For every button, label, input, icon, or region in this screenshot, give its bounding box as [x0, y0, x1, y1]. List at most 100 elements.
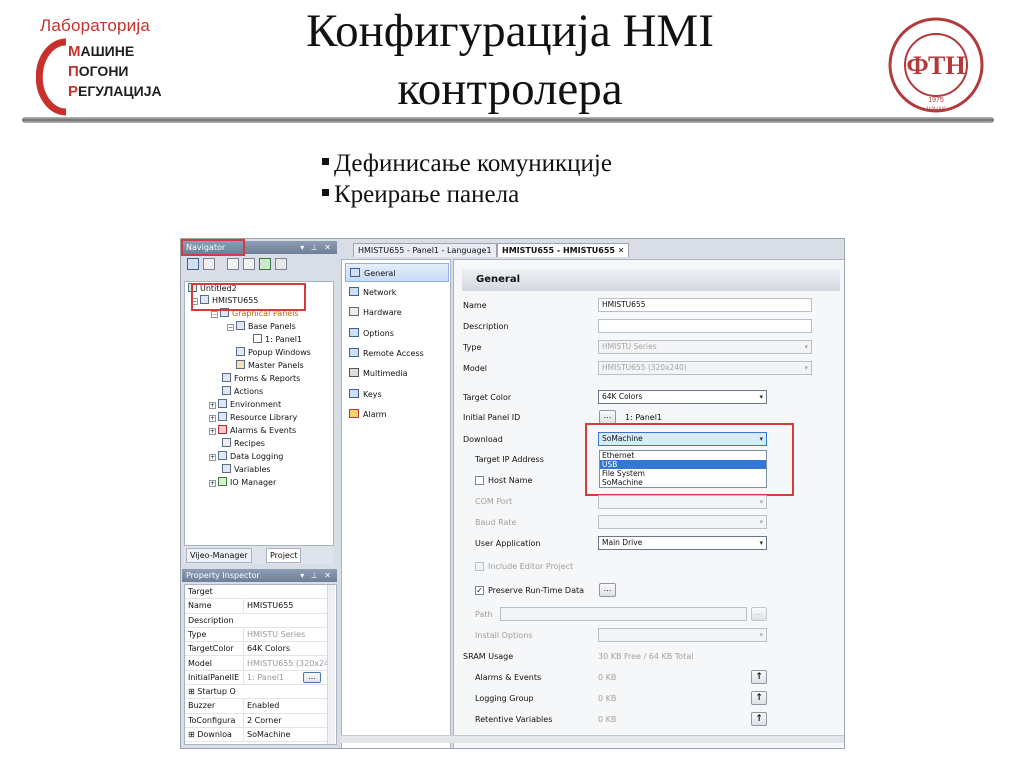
category-label: Options — [363, 329, 394, 338]
tab-project[interactable]: Project — [266, 548, 302, 563]
lab-logo-title: Лабораторија — [40, 16, 150, 35]
property-inspector-title: Property Inspector — [186, 571, 260, 580]
expand-icon[interactable]: + — [209, 415, 216, 422]
property-row[interactable]: InitialPanelIE 1: Panel1... — [185, 670, 329, 686]
category-remote-access[interactable]: Remote Access — [345, 344, 449, 363]
chevron-down-icon[interactable]: ▾ — [759, 537, 763, 549]
expand-icon[interactable]: + — [209, 454, 216, 461]
save-icon[interactable] — [203, 258, 215, 270]
property-key: ⊞ Downloa — [188, 730, 232, 739]
name-field[interactable]: HMISTU655 — [598, 298, 812, 312]
property-row[interactable]: Name HMISTU655 — [185, 599, 329, 614]
header-rule — [22, 117, 994, 123]
property-row[interactable]: Type HMISTU Series — [185, 627, 329, 643]
expand-icon[interactable]: + — [209, 428, 216, 435]
target-color-label: Target Color — [463, 393, 512, 402]
import-icon[interactable] — [259, 258, 271, 270]
property-row[interactable]: Description — [185, 614, 329, 628]
tab-hmistu655[interactable]: HMISTU655 - HMISTU655 ✕ — [497, 243, 630, 257]
expand-icon[interactable]: + — [209, 480, 216, 487]
chevron-down-icon: ▾ — [759, 518, 763, 526]
retentive-variables-value: 0 KB — [598, 715, 617, 724]
property-value: HMISTU655 (320x24 — [243, 656, 327, 671]
path-field — [500, 607, 747, 621]
tree-label: 1: Panel1 — [265, 335, 302, 344]
property-row[interactable]: ⊞ Downloa SoMachine — [185, 728, 329, 743]
tab-vijeo-manager[interactable]: Vijeo-Manager — [186, 548, 252, 563]
sram-usage-label: SRAM Usage — [463, 652, 514, 661]
category-general[interactable]: General — [345, 263, 449, 282]
property-row[interactable]: Buzzer Enabled — [185, 699, 329, 714]
property-row[interactable]: Target — [185, 585, 329, 600]
property-key: Target — [188, 587, 213, 596]
collapse-icon[interactable]: − — [227, 324, 234, 331]
description-field[interactable] — [598, 319, 812, 333]
edit-icon[interactable] — [243, 258, 255, 270]
arrow-up-icon[interactable]: ↑ — [751, 691, 767, 705]
preserve-runtime-checkbox[interactable]: ✓ — [475, 586, 484, 595]
property-row[interactable]: ⊞ Startup O — [185, 685, 329, 700]
type-label: Type — [463, 343, 482, 352]
category-network[interactable]: Network — [345, 283, 449, 302]
panel-controls-icon[interactable]: ▾ ⊥ ✕ — [300, 241, 333, 254]
bullet-item: Дефинисање комуникције — [322, 148, 612, 179]
tab-panel1-language1[interactable]: HMISTU655 - Panel1 - Language1 — [353, 243, 497, 257]
chevron-down-icon[interactable]: ▾ — [759, 391, 763, 403]
close-icon[interactable]: ✕ — [618, 246, 625, 255]
property-row[interactable]: Model HMISTU655 (320x24 — [185, 656, 329, 671]
property-row[interactable]: ToConfigura 2 Corner — [185, 713, 329, 728]
export-icon[interactable] — [275, 258, 287, 270]
tree-item-variables[interactable]: Variables — [222, 463, 271, 476]
chevron-down-icon: ▾ — [804, 364, 808, 372]
remote-access-icon — [349, 348, 359, 357]
category-options[interactable]: Options — [345, 324, 449, 343]
new-icon[interactable] — [187, 258, 199, 270]
tree-item-forms-reports[interactable]: Forms & Reports — [222, 372, 300, 385]
tree-item-master-panels[interactable]: Master Panels — [236, 359, 304, 372]
category-hardware[interactable]: Hardware — [345, 303, 449, 322]
collapse-icon[interactable]: − — [211, 311, 218, 318]
tree-item-alarms-events[interactable]: + Alarms & Events — [209, 424, 296, 437]
host-name-checkbox[interactable] — [475, 476, 484, 485]
property-ellipsis-button[interactable]: ... — [303, 671, 321, 683]
tree-item-actions[interactable]: Actions — [222, 385, 263, 398]
seal-year: 1975 — [928, 97, 944, 104]
category-label: Alarm — [363, 410, 387, 419]
tree-label: Popup Windows — [248, 348, 311, 357]
form-heading: General — [462, 269, 840, 291]
panel-controls-icon[interactable]: ▾ ⊥ ✕ — [300, 569, 333, 582]
property-scrollbar[interactable] — [327, 585, 335, 744]
tree-item-recipes[interactable]: Recipes — [222, 437, 265, 450]
horizontal-scrollbar[interactable] — [341, 735, 844, 743]
tree-item-base-panels[interactable]: − Base Panels — [227, 320, 296, 333]
category-alarm[interactable]: Alarm — [345, 405, 449, 424]
tree-item-resource-library[interactable]: + Resource Library — [209, 411, 297, 424]
navigator-highlight — [181, 239, 245, 256]
target-color-select[interactable]: 64K Colors ▾ — [598, 390, 767, 404]
panel-icon — [253, 334, 262, 343]
tree-item-popup-windows[interactable]: Popup Windows — [236, 346, 311, 359]
network-icon — [349, 287, 359, 296]
properties-icon[interactable] — [227, 258, 239, 270]
target-color-value: 64K Colors — [602, 392, 643, 401]
arrow-up-icon[interactable]: ↑ — [751, 712, 767, 726]
category-keys[interactable]: Keys — [345, 385, 449, 404]
category-label: General — [364, 269, 396, 278]
initial-panel-browse-button[interactable]: ... — [599, 410, 616, 424]
category-label: Keys — [363, 390, 382, 399]
tree-item-io-manager[interactable]: + IO Manager — [209, 476, 276, 489]
tree-item-panel1[interactable]: 1: Panel1 — [253, 333, 302, 346]
property-key: Model — [188, 658, 213, 668]
tree-item-data-logging[interactable]: + Data Logging — [209, 450, 283, 463]
user-application-select[interactable]: Main Drive ▾ — [598, 536, 767, 550]
logging-group-label: Logging Group — [475, 694, 534, 703]
expand-icon[interactable]: + — [209, 402, 216, 409]
arrow-up-icon[interactable]: ↑ — [751, 670, 767, 684]
preserve-runtime-button[interactable]: ... — [599, 583, 616, 597]
property-value: SoMachine — [243, 728, 327, 742]
sram-usage-value: 30 KB Free / 64 KB Total — [598, 652, 694, 661]
vijeo-designer-window: Navigator ▾ ⊥ ✕ Untitled2 − HMISTU655 − Gr… — [180, 238, 845, 749]
category-multimedia[interactable]: Multimedia — [345, 364, 449, 383]
tree-item-environment[interactable]: + Environment — [209, 398, 281, 411]
property-row[interactable]: TargetColor 64K Colors — [185, 642, 329, 657]
